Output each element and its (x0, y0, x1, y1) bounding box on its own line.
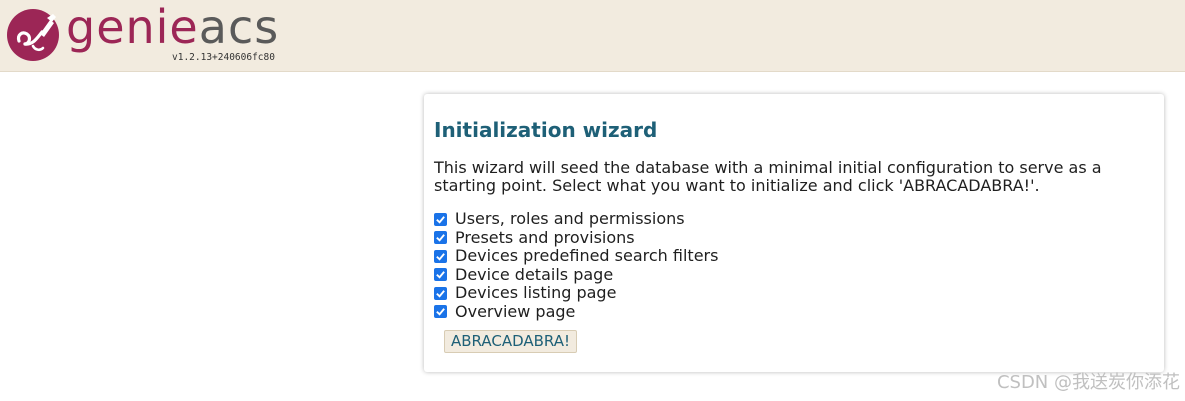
checkbox-checked-icon[interactable] (434, 212, 447, 226)
genieacs-logo[interactable]: genieacs v1.2.13+240606fc80 (6, 0, 281, 66)
abracadabra-button[interactable]: ABRACADABRA! (444, 330, 578, 353)
logo-wordmark: genieacs (66, 0, 279, 58)
option-label: Device details page (455, 264, 614, 284)
app-header: genieacs v1.2.13+240606fc80 (0, 0, 1185, 72)
checkbox-checked-icon[interactable] (434, 305, 447, 319)
option-label: Devices predefined search filters (455, 246, 719, 266)
wizard-description: This wizard will seed the database with … (434, 158, 1102, 195)
option-device-details-page[interactable]: Device details page (434, 264, 1154, 285)
option-label: Presets and provisions (455, 227, 635, 247)
version-label: v1.2.13+240606fc80 (172, 52, 275, 63)
option-users-roles-permissions[interactable]: Users, roles and permissions (434, 210, 1154, 229)
checkbox-checked-icon[interactable] (434, 249, 447, 263)
genie-lamp-icon (7, 9, 59, 61)
logo-genie-text: genie (66, 0, 199, 54)
wizard-title: Initialization wizard (434, 118, 658, 142)
option-devices-listing-page[interactable]: Devices listing page (434, 284, 1154, 303)
watermark-text: CSDN @我送炭你添花 (996, 372, 1180, 393)
option-presets-provisions[interactable]: Presets and provisions (434, 227, 1154, 248)
wizard-card: Initialization wizard This wizard will s… (424, 94, 1164, 372)
option-label: Devices listing page (455, 283, 617, 303)
logo-acs-text: acs (198, 0, 280, 54)
option-search-filters[interactable]: Devices predefined search filters (434, 247, 1154, 266)
option-label: Users, roles and permissions (455, 209, 685, 229)
checkbox-checked-icon[interactable] (434, 268, 447, 282)
option-label: Overview page (455, 301, 576, 321)
checkbox-checked-icon[interactable] (434, 286, 447, 300)
option-overview-page[interactable]: Overview page (434, 301, 1154, 322)
checkbox-checked-icon[interactable] (434, 231, 447, 245)
wizard-options: Users, roles and permissions Presets and… (434, 210, 1154, 321)
